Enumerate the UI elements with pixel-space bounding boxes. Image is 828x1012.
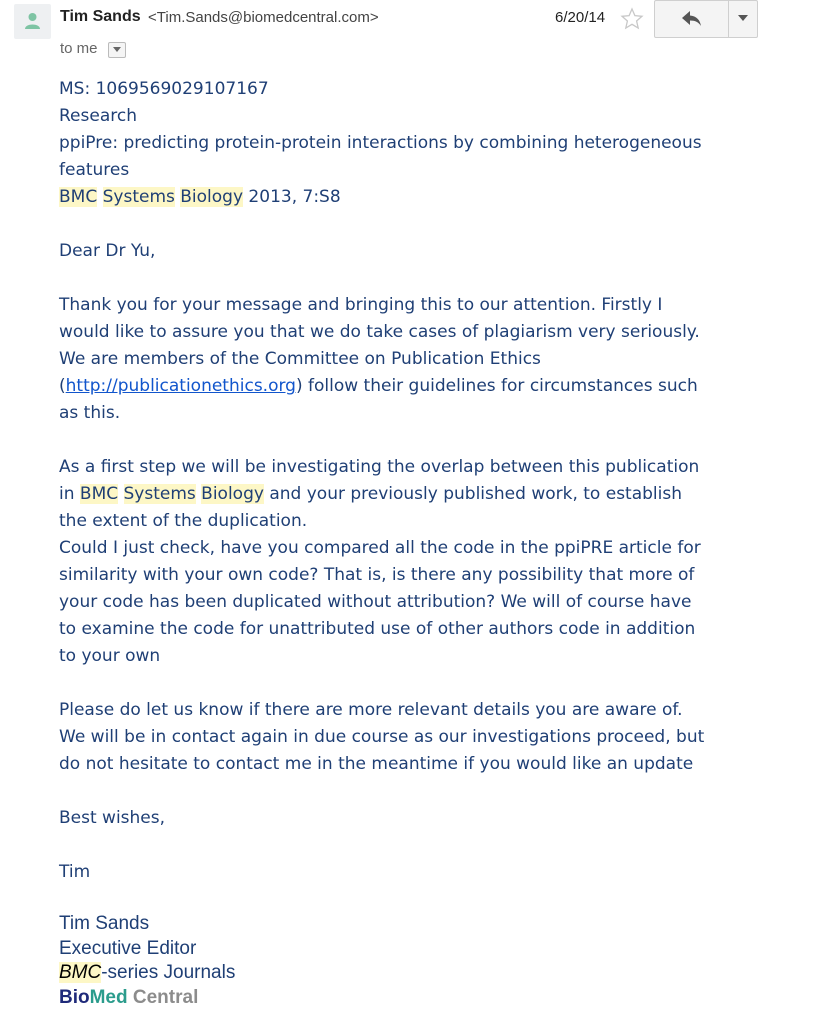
paragraph-line: in BMC Systems Biology and your previous… [59, 481, 799, 508]
highlighted-term: BMC [79, 484, 119, 504]
article-title-line: features [59, 160, 130, 180]
article-type: Research [59, 106, 137, 126]
signature-role: Executive Editor [59, 937, 197, 959]
paragraph-line: Thank you for your message and bringing … [59, 295, 663, 315]
message-body: MS: 1069569029107167 Research ppiPre: pr… [59, 76, 799, 886]
reply-button-group [654, 0, 758, 38]
paragraph-line: As a first step we will be investigating… [59, 457, 700, 477]
series-text: -series Journals [101, 962, 236, 983]
paragraph-line: to examine the code for unattributed use… [59, 619, 696, 639]
signature-series: BMC-series Journals [59, 961, 235, 986]
paragraph-text: in [59, 484, 80, 504]
paragraph-line: Could I just check, have you compared al… [59, 538, 701, 558]
paragraph-line: We are members of the Committee on Publi… [59, 349, 541, 369]
citation-details: 2013, 7:S8 [243, 187, 341, 207]
logo-part-med: Med [89, 986, 128, 1008]
star-icon [620, 7, 644, 30]
paragraph-line: (http://publicationethics.org) follow th… [59, 373, 799, 400]
paragraph-line: as this. [59, 403, 121, 423]
biomed-central-logo: BioMed Central [59, 986, 235, 1011]
publication-ethics-link[interactable]: http://publicationethics.org [66, 376, 296, 396]
paragraph-text: ) follow their guidelines for circumstan… [295, 376, 698, 396]
paren: ( [59, 376, 66, 396]
paragraph-line: your code has been duplicated without at… [59, 592, 692, 612]
message-header: Tim Sands <Tim.Sands@biomedcentral.com> … [0, 0, 828, 70]
highlighted-term: BMC [59, 187, 98, 207]
paragraph-line: to your own [59, 646, 161, 666]
manuscript-number: MS: 1069569029107167 [59, 79, 269, 99]
logo-part-bio: Bio [59, 986, 90, 1008]
closing: Best wishes, [59, 808, 166, 828]
highlighted-term: Biology [180, 187, 244, 207]
recipient-label: to me [60, 40, 98, 57]
highlighted-term: Systems [102, 187, 175, 207]
email-signature: Tim Sands Executive Editor BMC-series Jo… [59, 912, 235, 1010]
paragraph-line: the extent of the duplication. [59, 511, 308, 531]
chevron-down-icon [113, 47, 121, 52]
sender-avatar[interactable] [14, 4, 51, 39]
more-actions-button[interactable] [729, 1, 757, 37]
paragraph-line: Please do let us know if there are more … [59, 700, 683, 720]
reply-button[interactable] [655, 1, 729, 37]
sender-email: <Tim.Sands@biomedcentral.com> [148, 9, 379, 26]
highlighted-term: Biology [201, 484, 264, 504]
paragraph-text: and your previously published work, to e… [263, 484, 682, 504]
message-date: 6/20/14 [555, 9, 606, 26]
signoff: Tim [59, 862, 91, 882]
paragraph-line: do not hesitate to contact me in the mea… [59, 754, 694, 774]
paragraph-line: We will be in contact again in due cours… [59, 727, 705, 747]
star-button[interactable] [620, 7, 644, 36]
highlighted-term: Systems [123, 484, 196, 504]
greeting: Dear Dr Yu, [59, 241, 156, 261]
signature-name: Tim Sands [59, 913, 150, 934]
person-icon [25, 13, 40, 29]
show-details-button[interactable] [108, 42, 126, 58]
logo-part-central: Central [127, 986, 199, 1008]
article-title-line: ppiPre: predicting protein-protein inter… [59, 133, 702, 153]
paragraph-line: similarity with your own code? That is, … [59, 565, 695, 585]
dropdown-arrow-icon [738, 15, 748, 21]
reply-icon [682, 11, 701, 26]
sender-name[interactable]: Tim Sands [60, 8, 141, 26]
highlighted-term: BMC [59, 962, 102, 983]
paragraph-line: would like to assure you that we do take… [59, 322, 700, 342]
journal-citation: BMC Systems Biology 2013, 7:S8 [59, 184, 799, 211]
